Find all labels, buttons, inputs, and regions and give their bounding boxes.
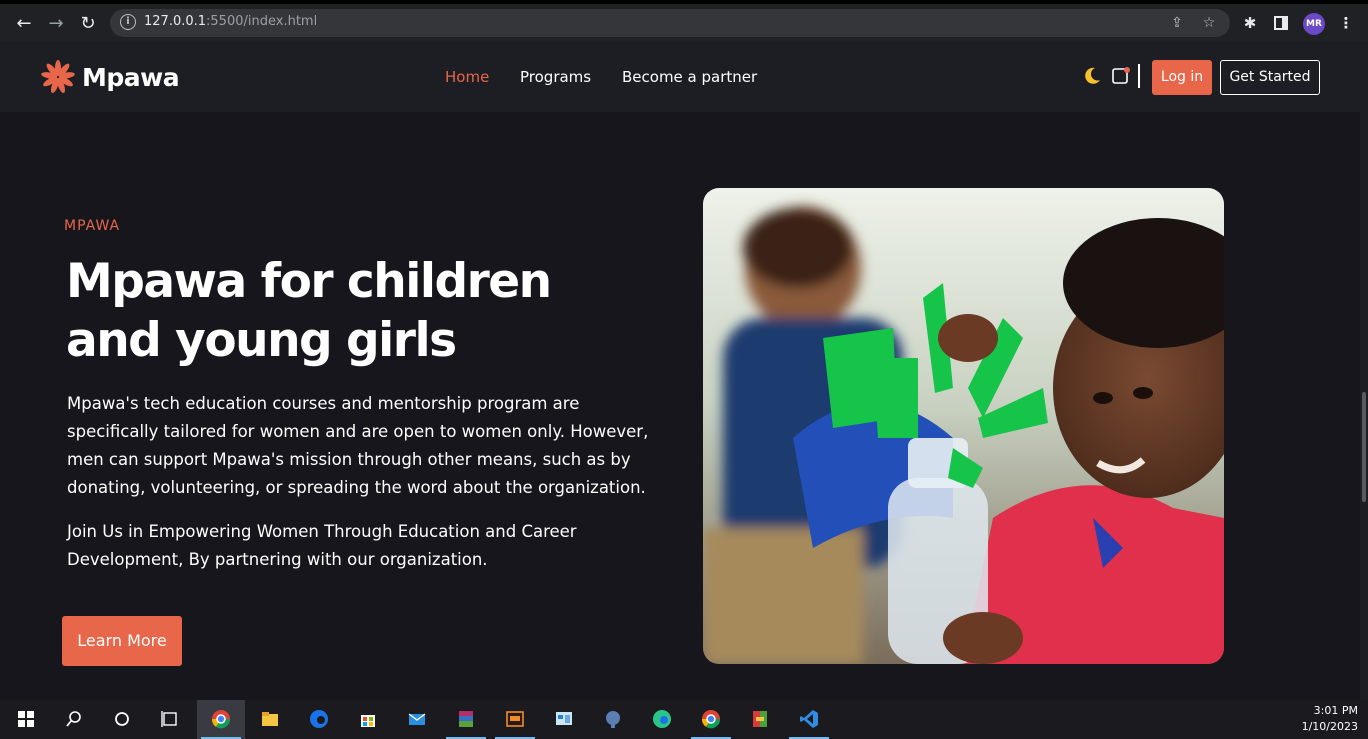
share-icon[interactable]: ⇪ bbox=[1168, 14, 1186, 32]
windows-taskbar: 3:01 PM 1/10/2023 bbox=[0, 700, 1368, 739]
extensions-icon[interactable]: ✱ bbox=[1240, 13, 1260, 33]
browser-toolbar: ← → ↻ i 127.0.0.1:5500/index.html ⇪ ☆ ✱ … bbox=[0, 0, 1368, 42]
menu-icon[interactable]: ⋮ bbox=[1336, 13, 1356, 33]
edge-icon[interactable] bbox=[295, 700, 343, 739]
file-explorer-icon[interactable] bbox=[246, 700, 294, 739]
search-icon[interactable] bbox=[50, 700, 98, 739]
address-bar[interactable]: i 127.0.0.1:5500/index.html ⇪ ☆ bbox=[110, 9, 1230, 37]
scroll-thumb[interactable] bbox=[1362, 392, 1366, 502]
forward-icon[interactable]: → bbox=[44, 12, 68, 36]
brand-logo[interactable]: Mpawa bbox=[40, 59, 180, 95]
hero-eyebrow: MPAWA bbox=[64, 218, 121, 234]
hero-section: MPAWA Mpawa for children and young girls… bbox=[0, 112, 1360, 700]
site-header: Mpawa Home Programs Become a partner Log… bbox=[0, 42, 1368, 112]
brand-name: Mpawa bbox=[82, 62, 180, 92]
get-started-button[interactable]: Get Started bbox=[1220, 60, 1320, 95]
info-icon[interactable]: i bbox=[120, 14, 136, 30]
postgres-icon[interactable] bbox=[589, 700, 637, 739]
sidepanel-icon[interactable] bbox=[1271, 13, 1291, 33]
winrar-icon[interactable] bbox=[442, 700, 490, 739]
system-clock[interactable]: 3:01 PM 1/10/2023 bbox=[1302, 703, 1358, 735]
store-icon[interactable] bbox=[344, 700, 392, 739]
star-icon[interactable]: ☆ bbox=[1200, 14, 1218, 32]
app-icon[interactable] bbox=[491, 700, 539, 739]
clock-time: 3:01 PM bbox=[1313, 704, 1358, 717]
nav-home[interactable]: Home bbox=[445, 68, 489, 86]
chrome-profile-icon[interactable] bbox=[687, 700, 735, 739]
chrome-icon[interactable] bbox=[197, 700, 245, 739]
vscode-icon[interactable] bbox=[785, 700, 833, 739]
hero-title-line2: and young girls bbox=[66, 313, 457, 368]
clock-date: 1/10/2023 bbox=[1301, 720, 1358, 733]
task-view-icon[interactable] bbox=[146, 700, 194, 739]
winrar-alt-icon[interactable] bbox=[736, 700, 784, 739]
url-text[interactable]: 127.0.0.1:5500/index.html bbox=[144, 14, 317, 29]
cortana-icon[interactable] bbox=[98, 700, 146, 739]
hero-title: Mpawa for children and young girls bbox=[66, 252, 626, 370]
back-icon[interactable]: ← bbox=[12, 12, 36, 36]
windows-start-icon[interactable] bbox=[2, 700, 50, 739]
nav-become-partner[interactable]: Become a partner bbox=[622, 68, 757, 86]
mail-icon[interactable] bbox=[393, 700, 441, 739]
learn-more-button[interactable]: Learn More bbox=[62, 616, 182, 666]
nav-programs[interactable]: Programs bbox=[520, 68, 591, 86]
hero-title-line1: Mpawa for children bbox=[66, 254, 552, 309]
control-panel-icon[interactable] bbox=[540, 700, 588, 739]
page-scrollbar[interactable] bbox=[1360, 42, 1368, 700]
hero-paragraph-2: Join Us in Empowering Women Through Educ… bbox=[67, 522, 577, 569]
hero-photo bbox=[703, 188, 1224, 664]
header-divider bbox=[1138, 64, 1140, 88]
edge-dev-icon[interactable] bbox=[638, 700, 686, 739]
login-button[interactable]: Log in bbox=[1152, 60, 1212, 95]
notification-icon[interactable] bbox=[1111, 66, 1131, 86]
moon-icon[interactable] bbox=[1082, 66, 1102, 86]
profile-avatar[interactable]: MR bbox=[1303, 13, 1325, 35]
reload-icon[interactable]: ↻ bbox=[76, 12, 100, 36]
hero-paragraph-1: Mpawa's tech education courses and mento… bbox=[67, 394, 649, 497]
sun-logo-icon bbox=[41, 60, 75, 94]
